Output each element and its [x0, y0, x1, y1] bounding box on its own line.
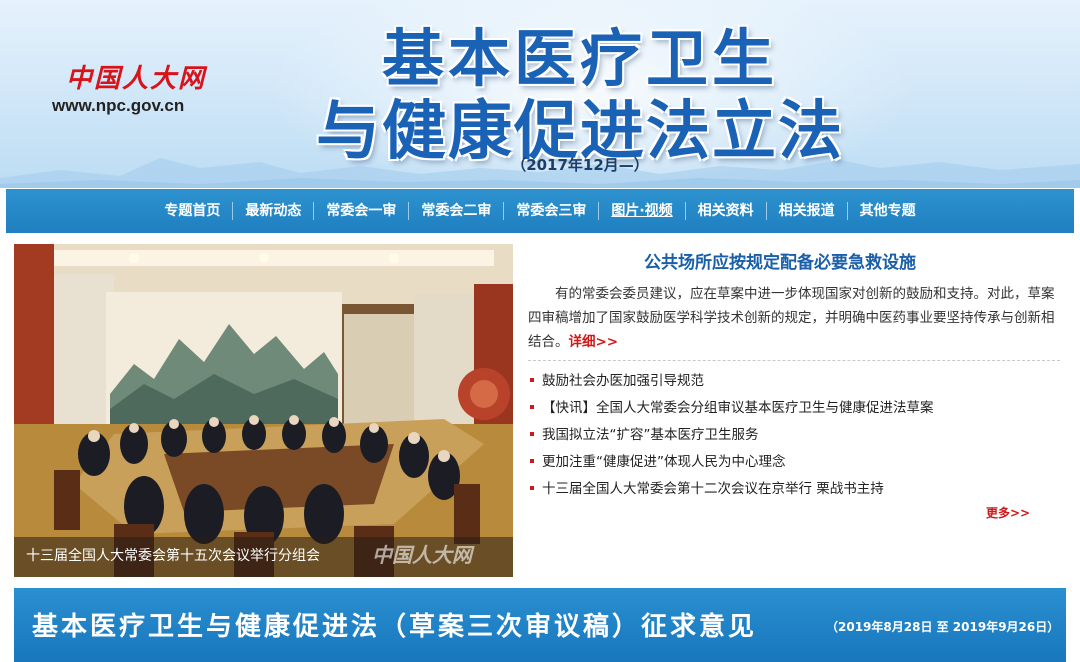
- nav-item-materials[interactable]: 相关资料: [686, 201, 766, 221]
- site-url[interactable]: www.npc.gov.cn: [52, 96, 232, 118]
- header-banner: 中国人大网 www.npc.gov.cn 基本医疗卫生 与健康促进法立法 （20…: [0, 0, 1080, 188]
- featured-photo[interactable]: 十三届全国人大常委会第十五次会议举行分组会 中国人大网: [14, 244, 513, 577]
- news-item[interactable]: 我国拟立法“扩容”基本医疗卫生服务: [528, 422, 1058, 449]
- detail-link[interactable]: 详细>>: [569, 334, 619, 350]
- nav-item-third-review[interactable]: 常委会三审: [504, 201, 598, 221]
- more-news-link[interactable]: 更多>>: [986, 504, 1046, 522]
- title-date-range: （2017年12月—）: [511, 156, 649, 174]
- bullet-icon: [530, 458, 534, 463]
- photo-watermark: 中国人大网: [372, 543, 472, 567]
- nav-item-latest[interactable]: 最新动态: [233, 201, 313, 221]
- bullet-icon: [530, 404, 534, 409]
- page-title-line1: 基本医疗卫生: [381, 22, 778, 95]
- bullet-icon: [530, 377, 534, 382]
- banner-date-range: （2019年8月28日 至 2019年9月26日）: [826, 620, 1060, 634]
- consultation-banner[interactable]: 基本医疗卫生与健康促进法（草案三次审议稿）征求意见 （2019年8月28日 至 …: [14, 588, 1066, 662]
- site-logo[interactable]: 中国人大网: [66, 58, 206, 94]
- nav-item-photo-video[interactable]: 图片·视频: [599, 201, 684, 221]
- news-item[interactable]: 【快讯】全国人大常委会分组审议基本医疗卫生与健康促进法草案: [528, 395, 1058, 422]
- page-title-line2: 与健康促进法立法: [316, 95, 844, 169]
- nav-item-home[interactable]: 专题首页: [152, 201, 232, 221]
- news-item[interactable]: 鼓励社会办医加强引导规范: [528, 368, 1058, 395]
- meeting-room-image: [14, 244, 513, 577]
- news-item-title[interactable]: 鼓励社会办医加强引导规范: [542, 373, 704, 389]
- news-item[interactable]: 更加注重“健康促进”体现人民为中心理念: [528, 449, 1058, 476]
- photo-caption[interactable]: 十三届全国人大常委会第十五次会议举行分组会: [26, 545, 366, 567]
- news-item-title[interactable]: 更加注重“健康促进”体现人民为中心理念: [542, 454, 786, 470]
- banner-title[interactable]: 基本医疗卫生与健康促进法（草案三次审议稿）征求意见: [32, 606, 822, 642]
- news-item-title[interactable]: 【快讯】全国人大常委会分组审议基本医疗卫生与健康促进法草案: [542, 400, 934, 416]
- nav-item-second-review[interactable]: 常委会二审: [409, 201, 503, 221]
- featured-summary: 有的常委会委员建议，应在草案中进一步体现国家对创新的鼓励和支持。对此，草案四审稿…: [528, 282, 1058, 354]
- news-item-title[interactable]: 十三届全国人大常委会第十二次会议在京举行 栗战书主持: [542, 481, 884, 497]
- bullet-icon: [530, 431, 534, 436]
- news-item[interactable]: 十三届全国人大常委会第十二次会议在京举行 栗战书主持: [528, 476, 1058, 503]
- bullet-icon: [530, 485, 534, 490]
- main-nav: 专题首页 最新动态 常委会一审 常委会二审 常委会三审 图片·视频 相关资料 相…: [6, 189, 1074, 233]
- news-item-title[interactable]: 我国拟立法“扩容”基本医疗卫生服务: [542, 427, 759, 443]
- nav-item-first-review[interactable]: 常委会一审: [314, 201, 408, 221]
- section-divider: [528, 360, 1060, 361]
- featured-headline[interactable]: 公共场所应按规定配备必要急救设施: [560, 248, 1000, 273]
- nav-item-other-topics[interactable]: 其他专题: [848, 201, 928, 221]
- news-list: 鼓励社会办医加强引导规范 【快讯】全国人大常委会分组审议基本医疗卫生与健康促进法…: [528, 368, 1058, 503]
- nav-item-reports[interactable]: 相关报道: [767, 201, 847, 221]
